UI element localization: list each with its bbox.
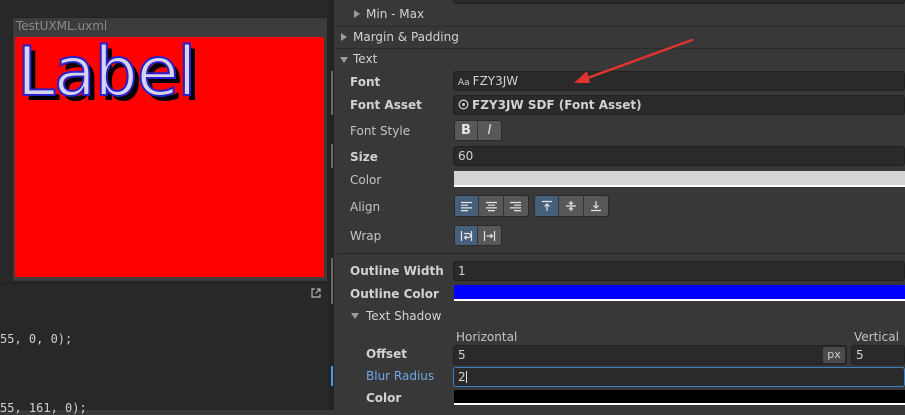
vertical-align-group	[534, 195, 609, 217]
font-style-label: Font Style	[350, 124, 411, 138]
horizontal-header: Horizontal	[456, 330, 518, 344]
expand-arrow-icon[interactable]	[354, 10, 360, 18]
divider	[334, 26, 905, 27]
override-indicator	[331, 71, 333, 115]
text-cursor	[465, 371, 467, 383]
bold-toggle[interactable]: B	[455, 121, 479, 140]
align-top-icon[interactable]	[535, 196, 560, 216]
align-label: Align	[350, 200, 381, 214]
color-label: Color	[350, 173, 382, 187]
preview-title: TestUXML.uxml	[16, 19, 108, 33]
shadow-color-swatch[interactable]	[454, 390, 905, 405]
font-asset-icon: Aa	[458, 78, 470, 88]
font-asset-value: FZY3JW SDF (Font Asset)	[472, 98, 642, 112]
override-indicator	[331, 366, 333, 386]
divider	[0, 283, 330, 284]
override-indicator	[331, 258, 333, 304]
open-external-icon[interactable]	[311, 288, 321, 298]
wrap-toggle-group	[454, 225, 502, 246]
foldout-min-max[interactable]: Min - Max	[366, 7, 424, 21]
vertical-header: Vertical	[854, 330, 899, 344]
outline-color-label: Outline Color	[350, 287, 439, 301]
label-preview-text: Label	[16, 33, 197, 112]
code-line: 55, 161, 0);	[0, 401, 87, 415]
align-right-icon[interactable]	[504, 196, 528, 216]
size-label: Size	[350, 150, 378, 164]
blur-radius-label: Blur Radius	[366, 369, 435, 383]
offset-label: Offset	[366, 347, 407, 361]
wrap-label: Wrap	[350, 229, 382, 243]
font-label: Font	[350, 75, 381, 89]
collapse-arrow-icon[interactable]	[351, 313, 359, 319]
size-field[interactable]: 60	[453, 146, 905, 166]
align-left-icon[interactable]	[455, 196, 480, 216]
horizontal-align-group	[454, 195, 529, 217]
divider	[338, 253, 905, 254]
align-center-icon[interactable]	[479, 196, 504, 216]
offset-x-field[interactable]: 5	[453, 345, 847, 365]
blur-radius-field[interactable]: 2	[453, 367, 905, 387]
shadow-color-label: Color	[366, 391, 402, 405]
italic-toggle[interactable]: I	[478, 121, 501, 140]
align-middle-icon[interactable]	[559, 196, 584, 216]
outline-width-label: Outline Width	[350, 264, 444, 278]
wrap-icon[interactable]	[455, 226, 479, 245]
blur-radius-value: 2	[458, 370, 466, 384]
override-indicator	[331, 144, 333, 168]
expand-arrow-icon[interactable]	[341, 33, 347, 41]
font-asset-label: Font Asset	[350, 98, 422, 112]
foldout-text-shadow[interactable]: Text Shadow	[366, 309, 441, 323]
font-style-toggle-group: B I	[454, 120, 502, 141]
color-swatch[interactable]	[454, 171, 905, 187]
outline-color-swatch[interactable]	[454, 285, 905, 301]
sdf-font-icon	[458, 99, 469, 110]
property-field[interactable]	[453, 0, 905, 4]
collapse-arrow-icon[interactable]	[340, 57, 348, 63]
code-line: 55, 0, 0);	[0, 332, 73, 346]
foldout-margin-padding[interactable]: Margin & Padding	[353, 30, 459, 44]
foldout-text[interactable]: Text	[353, 52, 377, 66]
align-bottom-icon[interactable]	[584, 196, 608, 216]
offset-y-field[interactable]: 5	[851, 345, 905, 365]
annotation-arrow-icon	[574, 38, 694, 83]
font-value: FZY3JW	[472, 74, 519, 88]
font-asset-field[interactable]: FZY3JW SDF (Font Asset)	[453, 95, 905, 115]
unit-selector[interactable]: px	[823, 347, 845, 363]
outline-width-field[interactable]: 1	[453, 261, 905, 281]
no-wrap-icon[interactable]	[478, 226, 501, 245]
